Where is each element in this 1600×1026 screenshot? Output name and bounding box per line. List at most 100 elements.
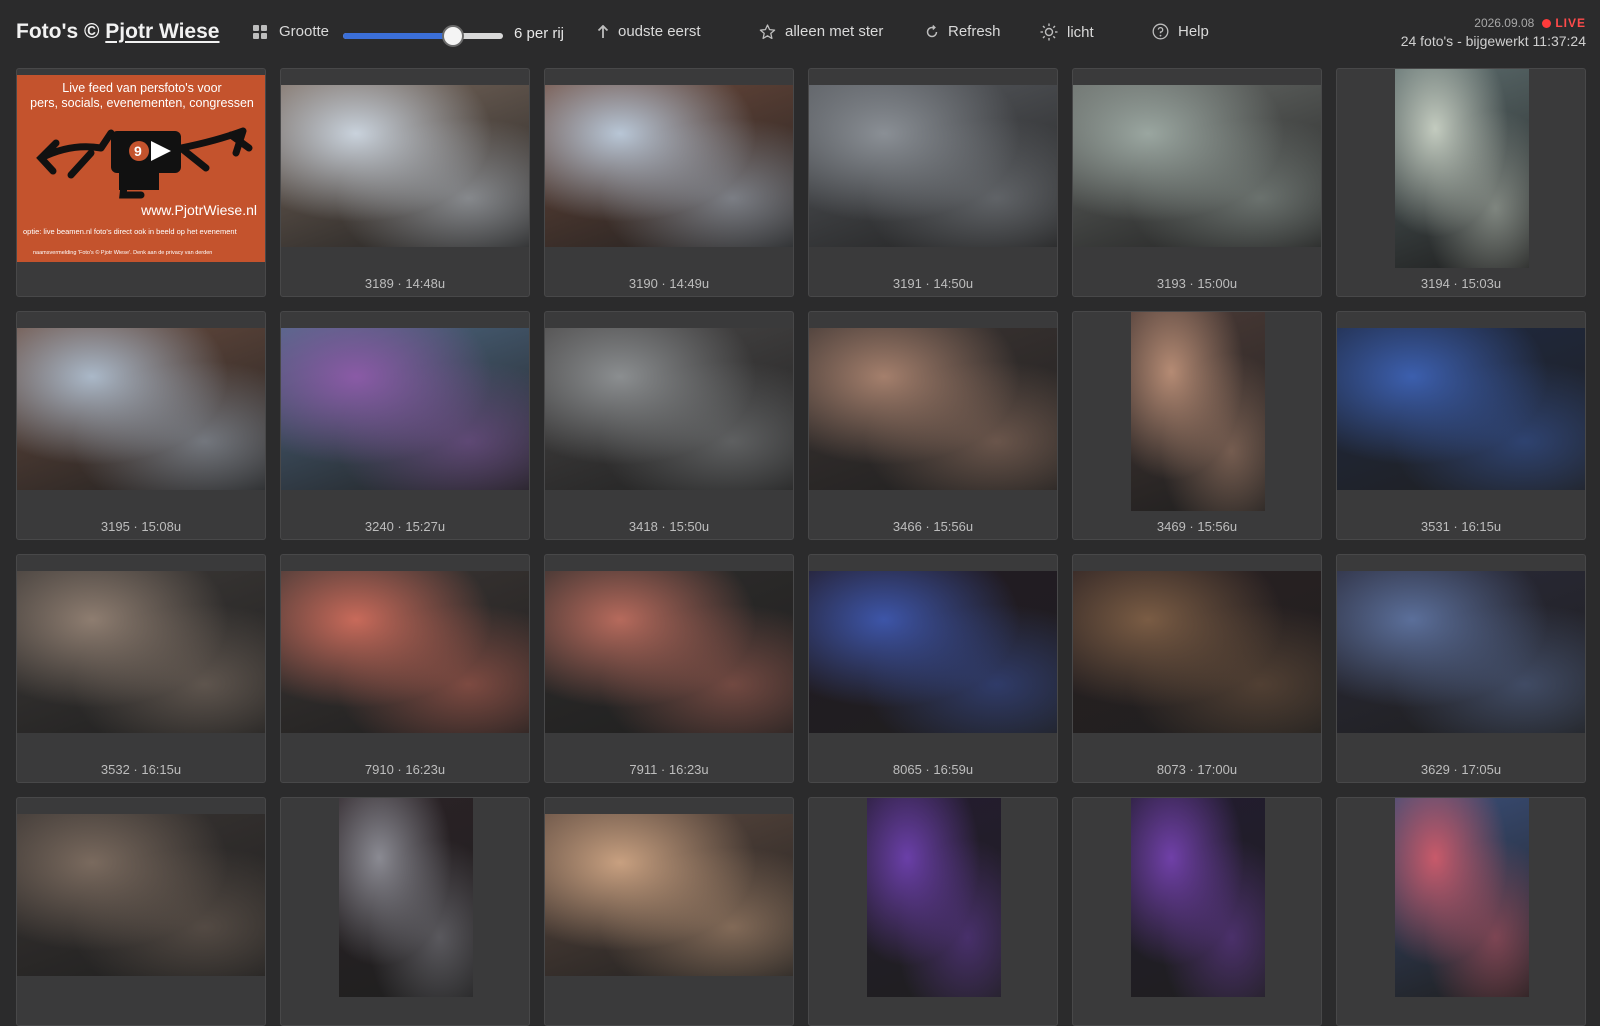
- promo-credit: naamsvermelding 'Foto's © Pjotr Wiese'. …: [33, 250, 213, 256]
- star-icon: [759, 23, 776, 39]
- building-flag-photo[interactable]: [281, 85, 529, 247]
- photo-caption: 3190 · 14:49u: [628, 276, 710, 291]
- stage-speaker-photo[interactable]: [867, 798, 1001, 997]
- photo-card[interactable]: 8073 · 17:00u: [1072, 554, 1322, 783]
- photo-caption: 3240 · 15:27u: [364, 519, 446, 534]
- photo-card[interactable]: 3194 · 15:03u: [1336, 68, 1586, 297]
- photo-caption: 3189 · 14:48u: [364, 276, 446, 291]
- grid-icon: [253, 24, 267, 39]
- slider-fill: [343, 33, 454, 39]
- audience-photo[interactable]: [17, 571, 265, 733]
- photo-card[interactable]: [1336, 797, 1586, 1026]
- live-status: 2026.09.08 LIVE 24 foto's - bijgewerkt 11…: [1401, 16, 1586, 49]
- page-title: Foto's © Pjotr Wiese: [16, 20, 219, 44]
- photo-caption: 7911 · 16:23u: [629, 762, 709, 777]
- photo-card[interactable]: 7911 · 16:23u: [544, 554, 794, 783]
- photo-caption: 3531 · 16:15u: [1420, 519, 1502, 534]
- photo-card[interactable]: 3531 · 16:15u: [1336, 311, 1586, 540]
- size-label: Grootte: [279, 23, 330, 40]
- photo-card[interactable]: 3189 · 14:48u: [280, 68, 530, 297]
- photo-card[interactable]: 3629 · 17:05u: [1336, 554, 1586, 783]
- arrow-up-icon: [597, 24, 609, 38]
- live-dot-icon: [1542, 19, 1552, 28]
- date-label: 2026.09.08: [1474, 16, 1535, 30]
- photo-caption: 3193 · 15:00u: [1156, 276, 1238, 291]
- refresh-button[interactable]: Refresh: [925, 23, 1001, 40]
- photo-card[interactable]: [16, 797, 266, 1026]
- brand-prefix: Foto's ©: [16, 20, 106, 43]
- photo-caption: 3629 · 17:05u: [1420, 762, 1502, 777]
- photo-card[interactable]: 8065 · 16:59u: [808, 554, 1058, 783]
- photo-card[interactable]: [808, 797, 1058, 1026]
- starred-filter-button[interactable]: alleen met ster: [759, 23, 883, 40]
- panel-stage-photo[interactable]: [17, 814, 265, 976]
- presenter-photo[interactable]: [1073, 571, 1321, 733]
- photo-card[interactable]: [544, 797, 794, 1026]
- size-slider[interactable]: [343, 25, 503, 47]
- photo-caption: 8065 · 16:59u: [892, 762, 974, 777]
- photo-card[interactable]: 7910 · 16:23u: [280, 554, 530, 783]
- per-row-label: 6 per rij: [514, 25, 565, 42]
- brand-owner-link[interactable]: Pjotr Wiese: [105, 20, 219, 43]
- photo-card[interactable]: 3469 · 15:56u: [1072, 311, 1322, 540]
- refresh-label: Refresh: [948, 23, 1001, 40]
- photo-card[interactable]: 3190 · 14:49u: [544, 68, 794, 297]
- bicycles-square-photo[interactable]: [1073, 85, 1321, 247]
- photo-card[interactable]: 3193 · 15:00u: [1072, 68, 1322, 297]
- church-interior-photo[interactable]: [809, 328, 1057, 490]
- toolbar: Foto's © Pjotr Wiese Grootte 6 per rij o…: [0, 0, 1600, 68]
- building-facade-photo[interactable]: [545, 85, 793, 247]
- audience-photo[interactable]: [545, 571, 793, 733]
- theme-toggle[interactable]: licht: [1040, 23, 1094, 41]
- theme-label: licht: [1067, 23, 1094, 41]
- photo-card[interactable]: [280, 797, 530, 1026]
- photo-caption: 3191 · 14:50u: [892, 276, 974, 291]
- help-label: Help: [1178, 23, 1209, 40]
- photo-caption: 3466 · 15:56u: [892, 519, 974, 534]
- photo-card[interactable]: 3418 · 15:50u: [544, 311, 794, 540]
- promo-line-2: pers, socials, evenementen, congressen: [30, 96, 254, 110]
- photo-card[interactable]: 3191 · 14:50u: [808, 68, 1058, 297]
- photo-card[interactable]: [1072, 797, 1322, 1026]
- photo-card[interactable]: 3466 · 15:56u: [808, 311, 1058, 540]
- sun-icon: [1040, 23, 1058, 41]
- slider-knob[interactable]: [442, 25, 465, 47]
- bicycles-photo[interactable]: [809, 85, 1057, 247]
- photo-caption: 7910 · 16:23u: [364, 762, 446, 777]
- building-photo[interactable]: [17, 328, 265, 490]
- photo-card[interactable]: 3240 · 15:27u: [280, 311, 530, 540]
- photo-card[interactable]: 3195 · 15:08u: [16, 311, 266, 540]
- audience-blur-photo[interactable]: [545, 814, 793, 976]
- refresh-icon: [926, 24, 938, 37]
- panel-stage-photo[interactable]: [1337, 571, 1585, 733]
- photo-caption: 3469 · 15:56u: [1156, 519, 1238, 534]
- panel-stage-photo[interactable]: [809, 571, 1057, 733]
- screen-panel-photo[interactable]: [1395, 798, 1529, 997]
- starred-label: alleen met ster: [785, 23, 884, 40]
- photo-caption: 3195 · 15:08u: [100, 519, 182, 534]
- svg-text:9: 9: [134, 143, 142, 159]
- procession-photo[interactable]: [281, 328, 529, 490]
- promo-line-1: Live feed van persfoto's voor: [62, 81, 222, 95]
- help-button[interactable]: Help: [1152, 23, 1209, 40]
- stage-speaker-photo[interactable]: [1337, 328, 1585, 490]
- sort-button[interactable]: oudste eerst: [597, 23, 701, 40]
- photo-caption: 3194 · 15:03u: [1420, 276, 1502, 291]
- mascot-icon: 9: [36, 127, 253, 199]
- sort-label: oudste eerst: [618, 23, 701, 40]
- speaker-portrait-photo[interactable]: [339, 798, 473, 997]
- lectern-photo[interactable]: [1131, 798, 1265, 997]
- photo-card[interactable]: 3532 · 16:15u: [16, 554, 266, 783]
- help-icon: [1152, 23, 1169, 40]
- promo-banner[interactable]: Live feed van persfoto's voor pers, socia…: [17, 75, 265, 262]
- photo-caption: 3532 · 16:15u: [100, 762, 182, 777]
- stained-glass-photo[interactable]: [1395, 69, 1529, 268]
- size-control: Grootte: [253, 23, 329, 40]
- live-badge: LIVE: [1555, 16, 1586, 30]
- academics-street-photo[interactable]: [545, 328, 793, 490]
- promo-url: www.PjotrWiese.nl: [141, 202, 257, 218]
- church-organ-photo[interactable]: [1131, 312, 1265, 511]
- photo-card[interactable]: Live feed van persfoto's voor pers, socia…: [16, 68, 266, 297]
- audience-photo[interactable]: [281, 571, 529, 733]
- photo-caption: 8073 · 17:00u: [1156, 762, 1238, 777]
